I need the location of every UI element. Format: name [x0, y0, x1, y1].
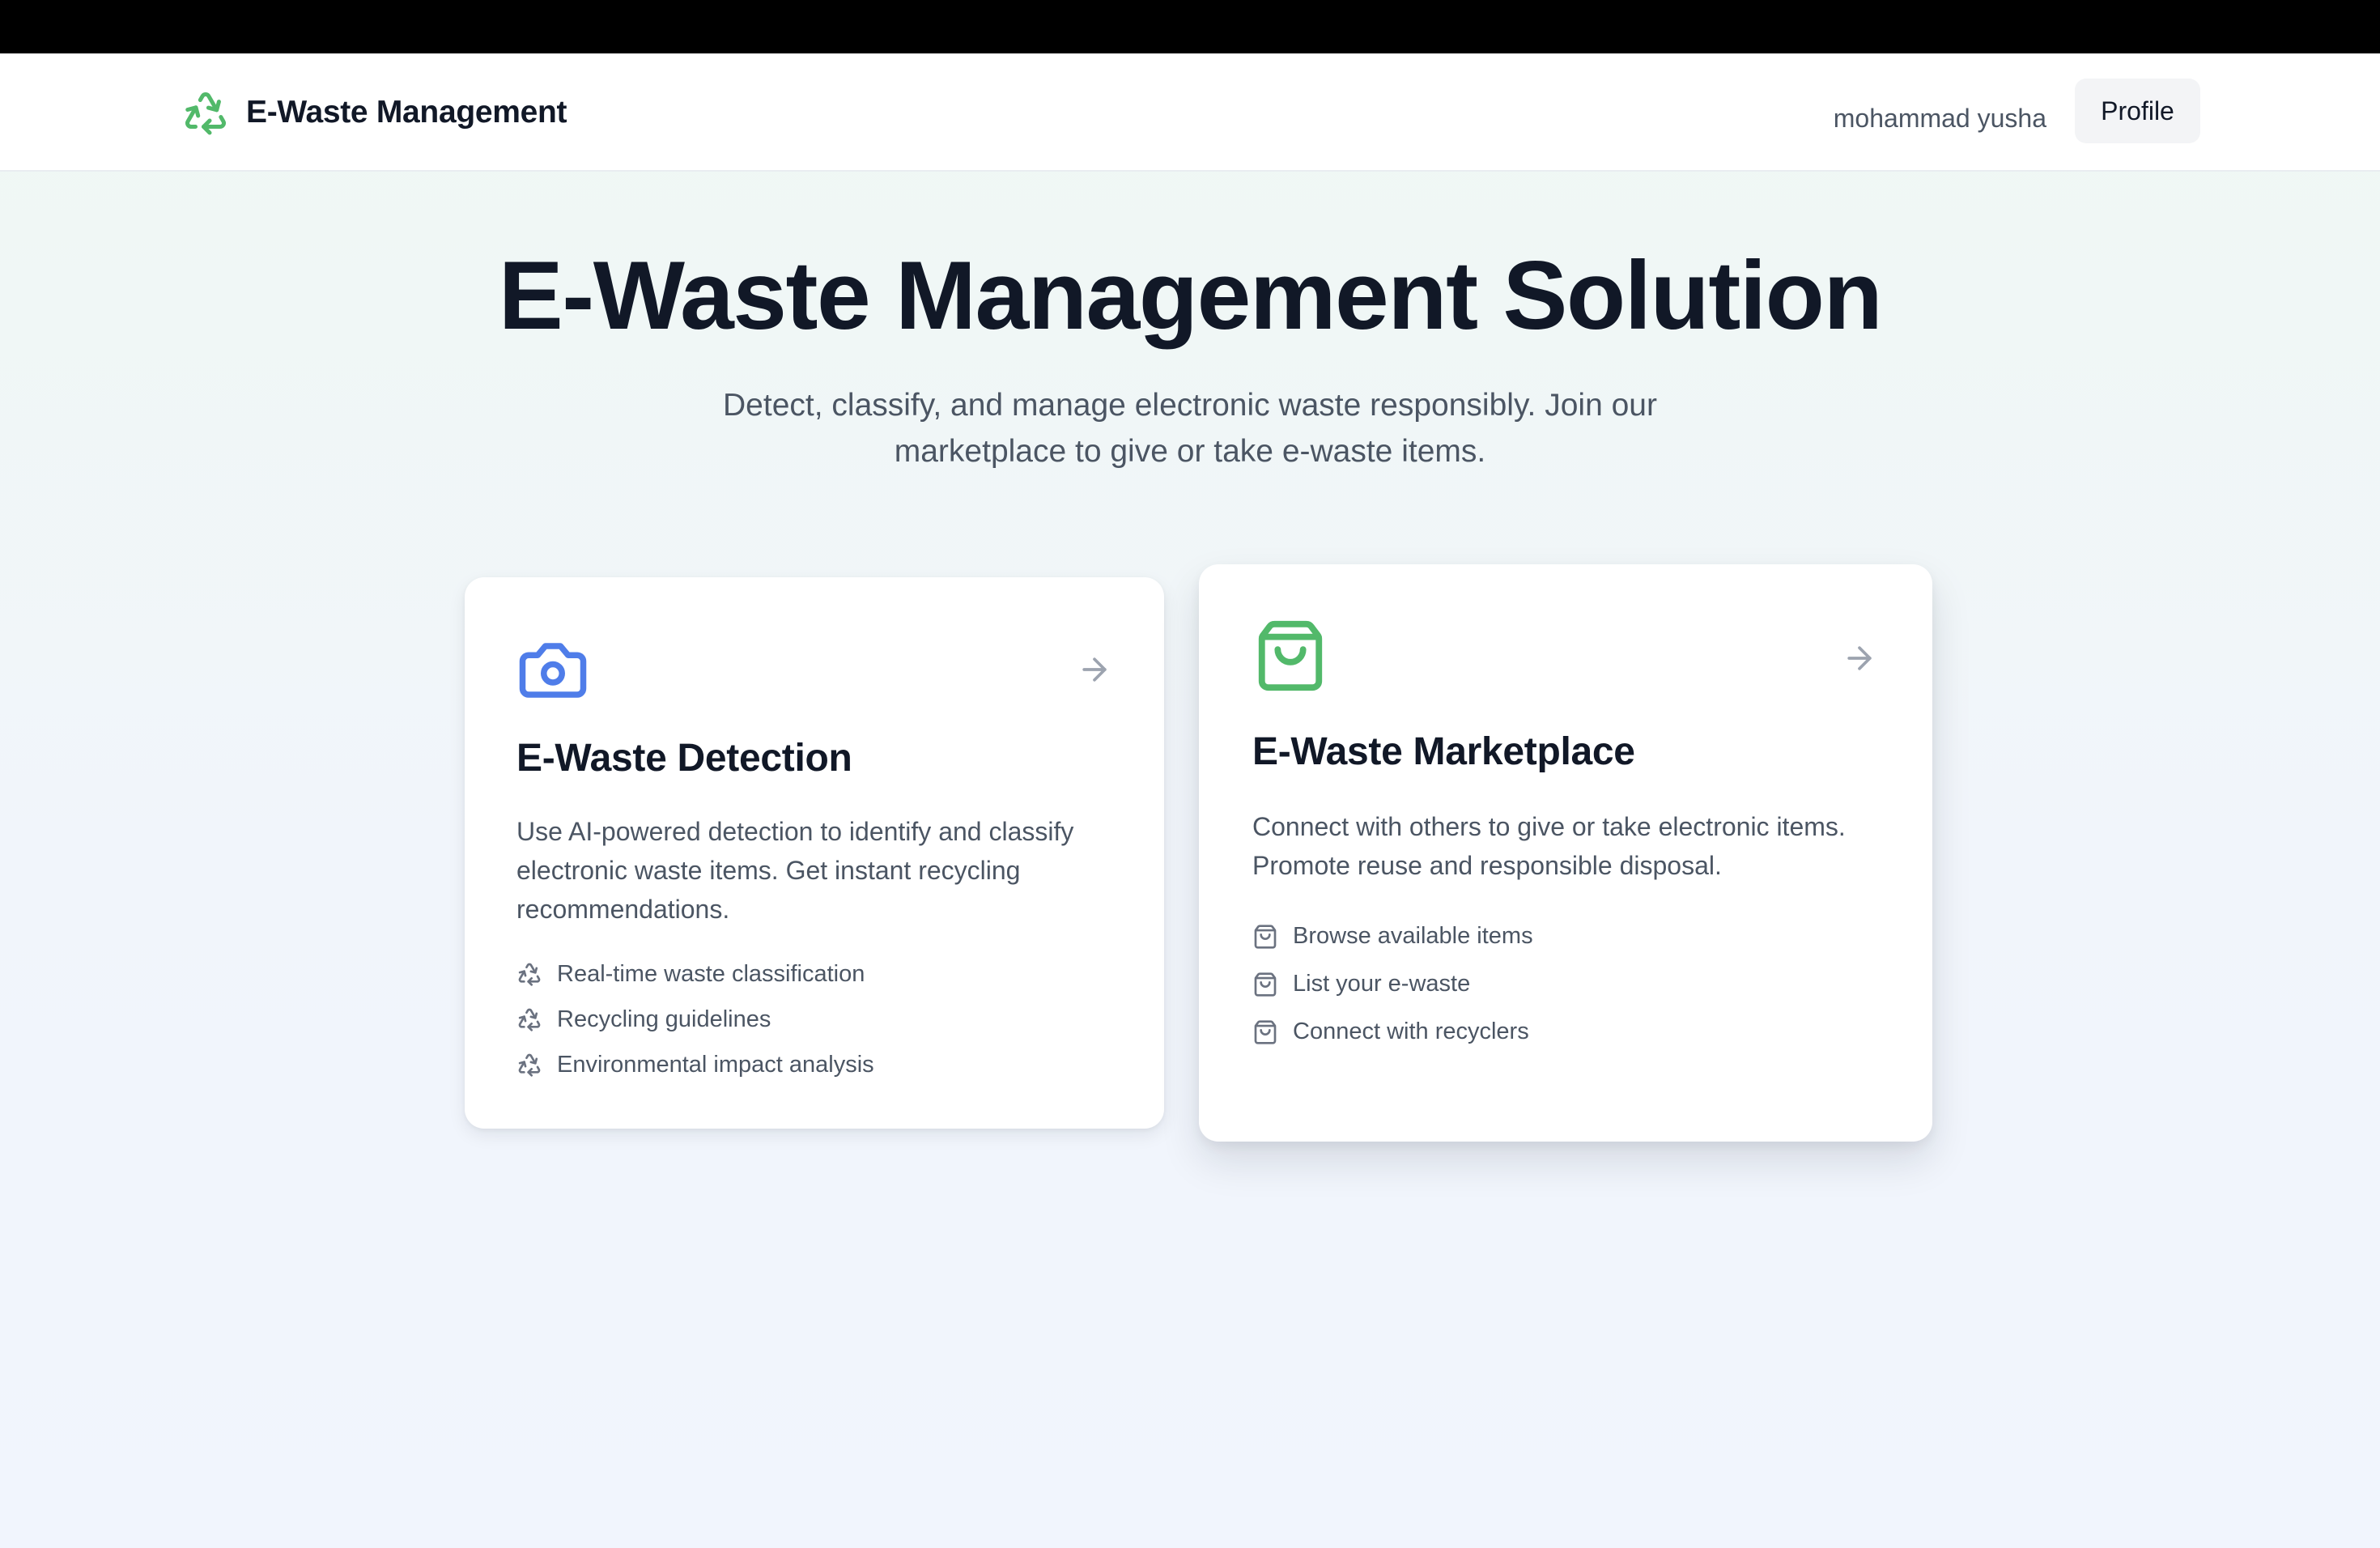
brand[interactable]: E-Waste Management [181, 86, 567, 139]
camera-icon [519, 643, 587, 698]
feature-label: Environmental impact analysis [557, 1051, 874, 1078]
feature-item: List your e-waste [1252, 960, 1533, 1008]
brand-name: E-Waste Management [246, 95, 567, 130]
feature-label: Browse available items [1293, 923, 1533, 949]
feature-label: List your e-waste [1293, 971, 1471, 997]
card-description: Connect with others to give or take elec… [1252, 812, 1846, 880]
detection-card[interactable]: E-Waste Detection Use AI-powered detecti… [465, 577, 1164, 1129]
arrow-right-icon [1082, 657, 1107, 682]
shopping-bag-icon [1254, 1019, 1277, 1044]
navbar: E-Waste Management mohammad yusha Profil… [0, 53, 2380, 172]
feature-item: Recycling guidelines [516, 997, 874, 1042]
card-title: E-Waste Detection [516, 737, 852, 780]
feature-item: Connect with recyclers [1252, 1008, 1533, 1056]
card-title: E-Waste Marketplace [1252, 730, 1635, 773]
page-title: E-Waste Management Solution [498, 241, 1883, 350]
recycle-icon [185, 91, 226, 135]
recycle-icon [518, 1053, 541, 1077]
recycle-icon [518, 963, 541, 986]
feature-list: Browse available items List your e-waste… [1252, 912, 1533, 1056]
feature-list: Real-time waste classification Recycling… [516, 951, 874, 1087]
feature-label: Real-time waste classification [557, 960, 865, 987]
feature-label: Recycling guidelines [557, 1006, 771, 1032]
arrow-right-icon [1847, 646, 1872, 670]
marketplace-card[interactable]: E-Waste Marketplace Connect with others … [1199, 564, 1932, 1142]
feature-item: Browse available items [1252, 912, 1533, 960]
shopping-bag-icon [1258, 620, 1323, 691]
system-top-bar [0, 0, 2380, 53]
feature-label: Connect with recyclers [1293, 1019, 1529, 1044]
shopping-bag-icon [1254, 972, 1277, 997]
profile-button[interactable]: Profile [2075, 79, 2200, 143]
recycle-icon [518, 1008, 541, 1031]
user-name: mohammad yusha [1833, 104, 2046, 133]
feature-item: Environmental impact analysis [516, 1042, 874, 1087]
card-description: Use AI-powered detection to identify and… [516, 817, 1074, 924]
feature-item: Real-time waste classification [516, 951, 874, 997]
shopping-bag-icon [1254, 924, 1277, 949]
page-subtitle: Detect, classify, and manage electronic … [723, 388, 1657, 469]
